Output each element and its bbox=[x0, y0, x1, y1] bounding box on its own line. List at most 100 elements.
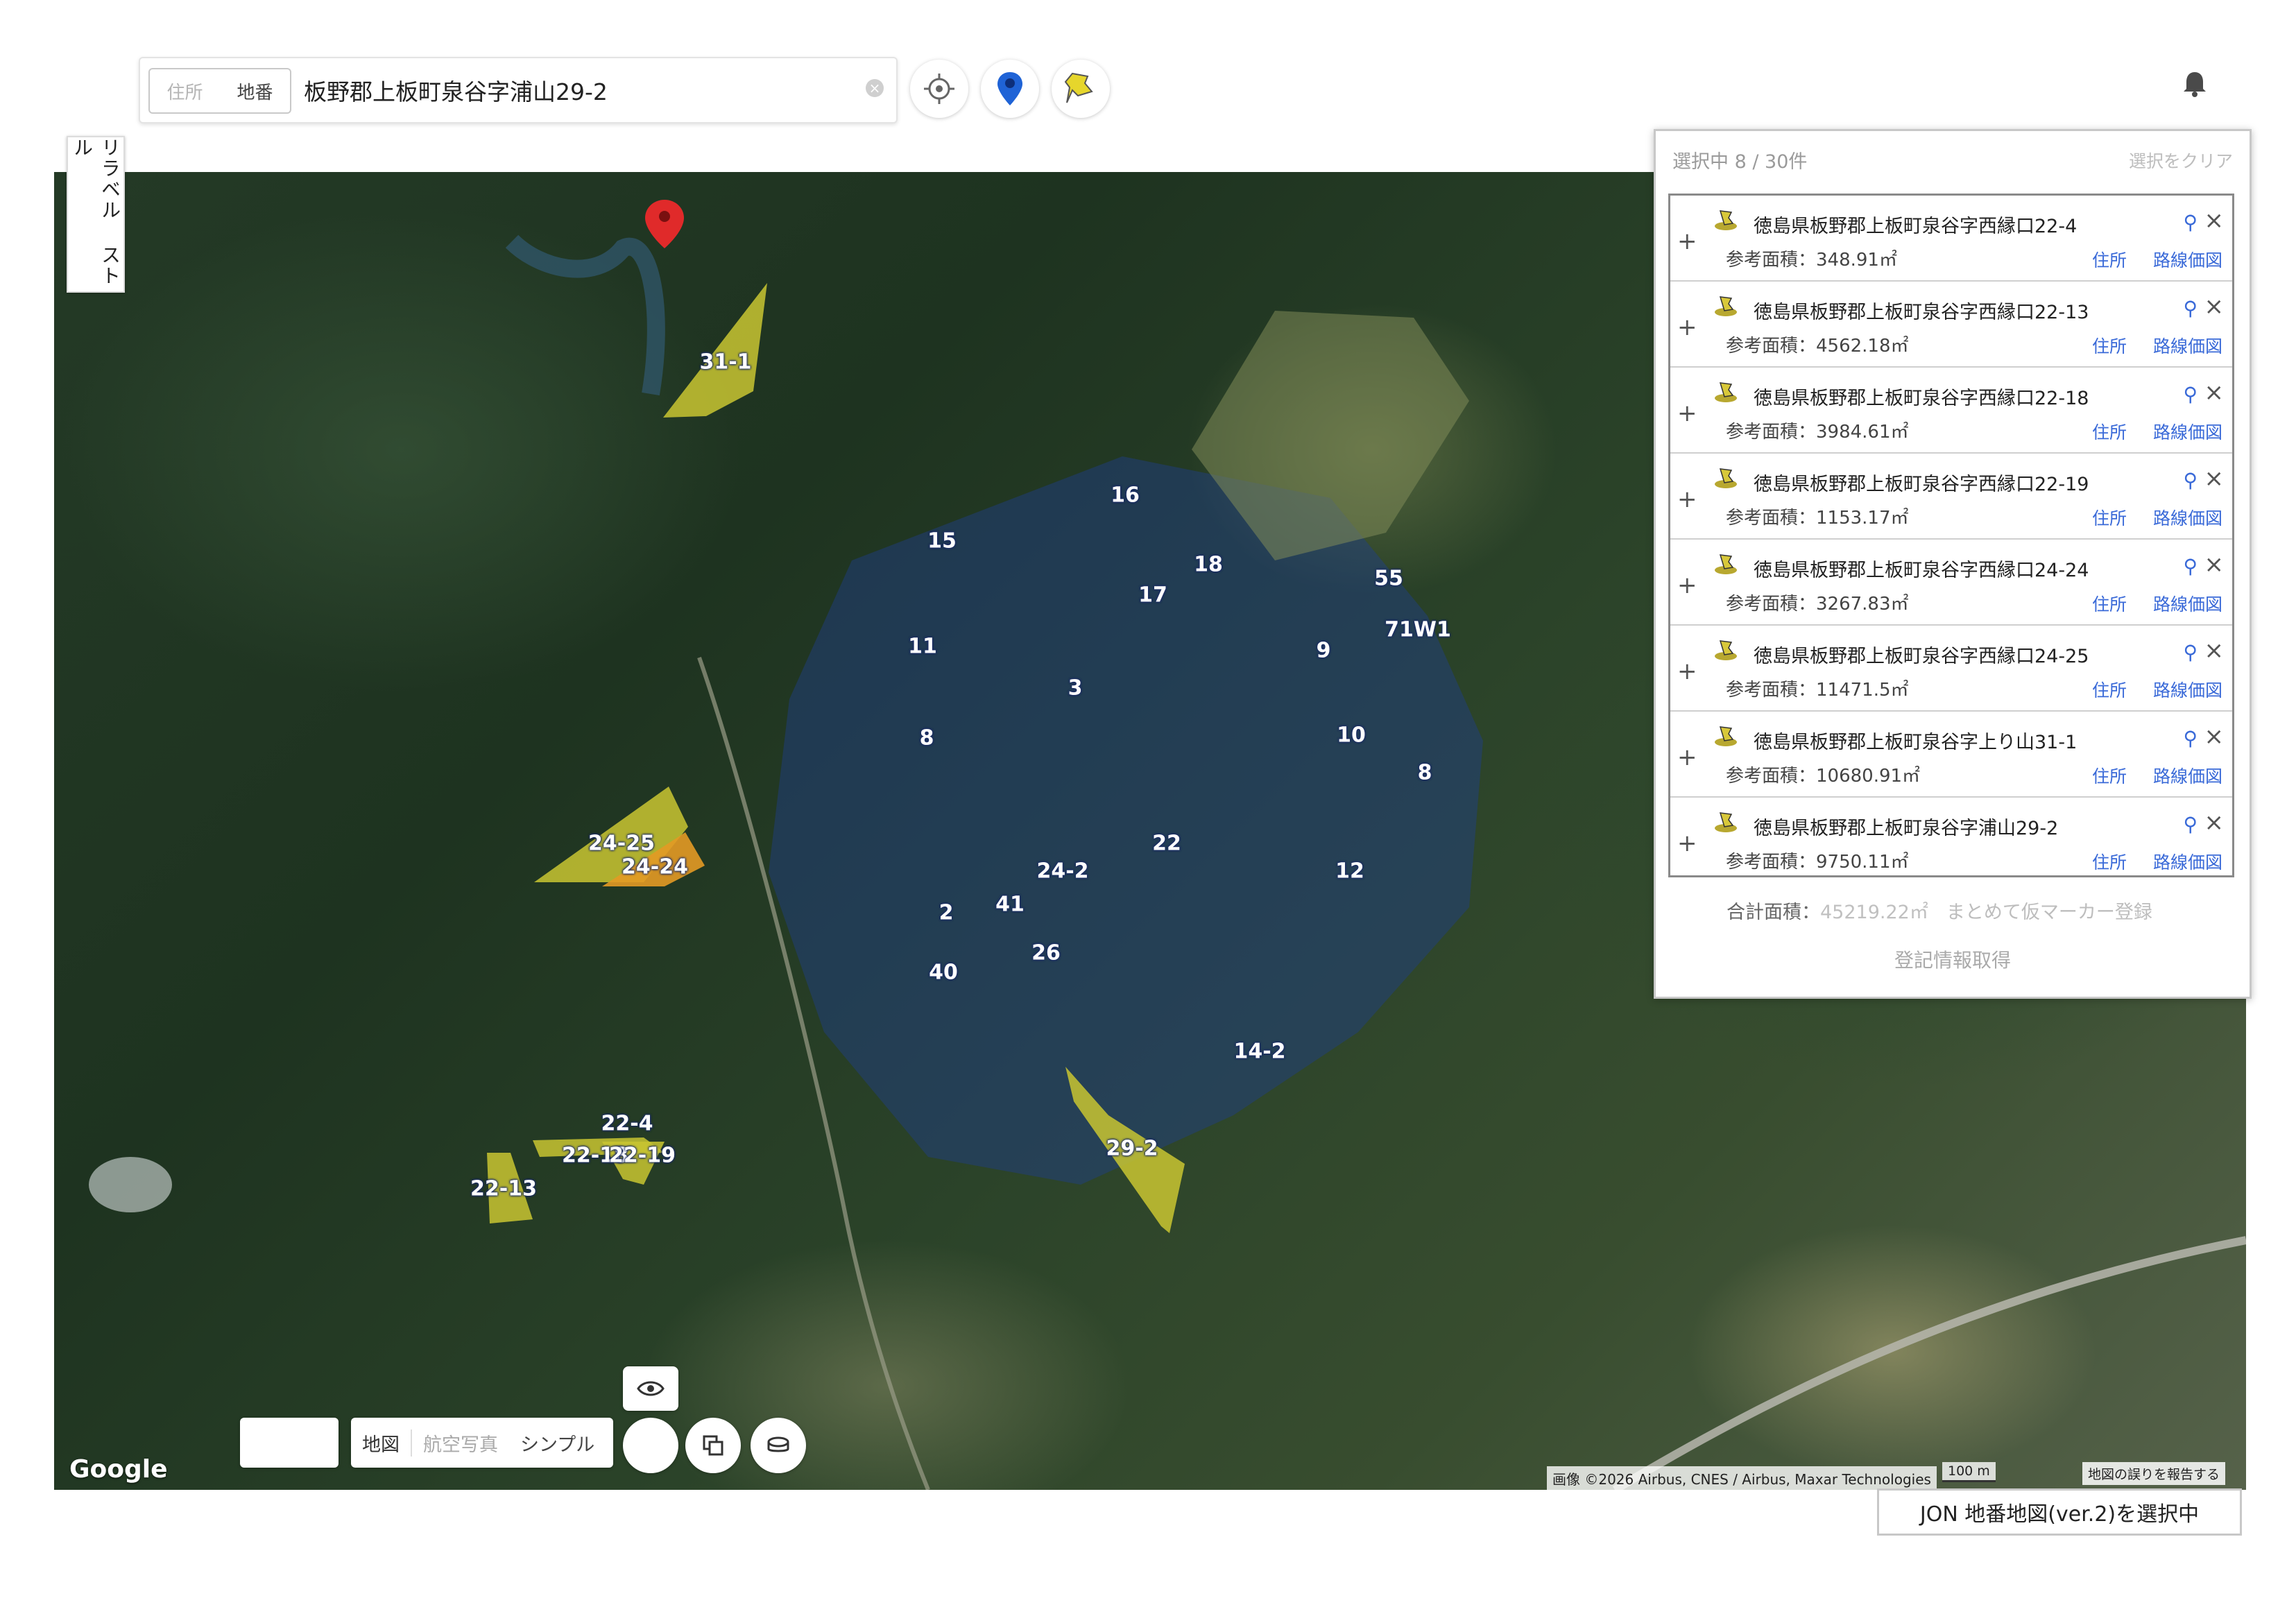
selection-panel: 選択中 8 / 30件 選択をクリア + 徳島県板野郡上板町泉谷字西縁口22-4… bbox=[1654, 129, 2252, 999]
river bbox=[505, 234, 665, 396]
visibility-toggle[interactable] bbox=[623, 1366, 678, 1411]
road-price-link[interactable]: 路線価図 bbox=[2153, 677, 2222, 702]
parcel-pin-icon bbox=[1715, 296, 1737, 316]
scale-bar: 100 m bbox=[1942, 1462, 1996, 1482]
remove-icon[interactable]: × bbox=[2204, 465, 2225, 492]
map-type-map[interactable]: 地図 bbox=[351, 1429, 412, 1457]
road-price-link[interactable]: 路線価図 bbox=[2153, 247, 2222, 272]
remove-icon[interactable]: × bbox=[2204, 637, 2225, 664]
zoom-search-icon[interactable]: ⚲ bbox=[2183, 211, 2198, 234]
expand-icon[interactable]: + bbox=[1677, 314, 1697, 341]
parcel-label: 22-19 bbox=[609, 1143, 676, 1168]
blank-control[interactable] bbox=[240, 1418, 339, 1468]
zoom-search-icon[interactable]: ⚲ bbox=[2183, 555, 2198, 578]
parcel-label: 12 bbox=[1335, 859, 1364, 884]
road-price-link[interactable]: 路線価図 bbox=[2153, 505, 2222, 530]
clear-selection-button[interactable]: 選択をクリア bbox=[2129, 148, 2233, 173]
cloud bbox=[89, 1157, 172, 1212]
road-price-link[interactable]: 路線価図 bbox=[2153, 849, 2222, 874]
location-marker[interactable] bbox=[645, 200, 684, 248]
expand-icon[interactable]: + bbox=[1677, 227, 1697, 255]
road-price-link[interactable]: 路線価図 bbox=[2153, 591, 2222, 616]
relabel-button[interactable]: リラベル ストル bbox=[67, 136, 125, 293]
road-price-link[interactable]: 路線価図 bbox=[2153, 419, 2222, 444]
pushpin-icon bbox=[1064, 72, 1093, 103]
zoom-search-icon[interactable]: ⚲ bbox=[2183, 813, 2198, 836]
total-area-value: 45219.22㎡ bbox=[1820, 902, 1928, 923]
search-bar: 住所 地番 板野郡上板町泉谷字浦山29-2 × bbox=[139, 57, 898, 123]
address-link[interactable]: 住所 bbox=[2092, 505, 2127, 530]
remove-icon[interactable]: × bbox=[2204, 293, 2225, 320]
list-item: + 徳島県板野郡上板町泉谷字西縁口22-13 ⚲ × 参考面積：4562.18㎡… bbox=[1670, 282, 2232, 368]
address-link[interactable]: 住所 bbox=[2092, 247, 2127, 272]
parcel-area: 参考面積：9750.11㎡ bbox=[1726, 852, 1909, 873]
zoom-search-icon[interactable]: ⚲ bbox=[2183, 469, 2198, 492]
remove-icon[interactable]: × bbox=[2204, 809, 2225, 836]
remove-icon[interactable]: × bbox=[2204, 551, 2225, 578]
bulk-register-button[interactable]: まとめて仮マーカー登録 bbox=[1946, 902, 2152, 923]
expand-icon[interactable]: + bbox=[1677, 744, 1697, 771]
mode-lot-option[interactable]: 地番 bbox=[220, 78, 290, 104]
parcel-label: 8 bbox=[1417, 760, 1432, 785]
list-item: + 徳島県板野郡上板町泉谷字西縁口24-25 ⚲ × 参考面積：11471.5㎡… bbox=[1670, 626, 2232, 712]
address-link[interactable]: 住所 bbox=[2092, 677, 2127, 702]
expand-icon[interactable]: + bbox=[1677, 830, 1697, 857]
parcel-address: 徳島県板野郡上板町泉谷字上り山31-1 bbox=[1754, 732, 2077, 753]
remove-icon[interactable]: × bbox=[2204, 723, 2225, 750]
expand-icon[interactable]: + bbox=[1677, 486, 1697, 513]
road-price-link[interactable]: 路線価図 bbox=[2153, 763, 2222, 788]
expand-icon[interactable]: + bbox=[1677, 400, 1697, 427]
parcel-address: 徳島県板野郡上板町泉谷字西縁口24-24 bbox=[1754, 560, 2089, 581]
parcel-label: 15 bbox=[927, 529, 957, 553]
blank-round-button[interactable] bbox=[623, 1418, 678, 1473]
parcel-area: 参考面積：3984.61㎡ bbox=[1726, 422, 1909, 443]
layers-button[interactable] bbox=[685, 1418, 741, 1473]
parcel-address: 徳島県板野郡上板町泉谷字西縁口22-4 bbox=[1754, 216, 2077, 237]
parcel-label: 26 bbox=[1031, 941, 1061, 965]
pushpin-button[interactable] bbox=[1052, 60, 1110, 118]
zoom-search-icon[interactable]: ⚲ bbox=[2183, 641, 2198, 664]
expand-icon[interactable]: + bbox=[1677, 572, 1697, 599]
list-item: + 徳島県板野郡上板町泉谷字西縁口22-18 ⚲ × 参考面積：3984.61㎡… bbox=[1670, 368, 2232, 454]
parcel-label: 31-1 bbox=[699, 350, 752, 375]
locate-button[interactable] bbox=[910, 60, 968, 118]
parcel-label: 2 bbox=[939, 900, 954, 925]
list-item: + 徳島県板野郡上板町泉谷字浦山29-2 ⚲ × 参考面積：9750.11㎡ 住… bbox=[1670, 798, 2232, 882]
total-area-row: 合計面積：45219.22㎡ まとめて仮マーカー登録 bbox=[1727, 897, 2152, 924]
zoom-search-icon[interactable]: ⚲ bbox=[2183, 383, 2198, 406]
zoom-search-icon[interactable]: ⚲ bbox=[2183, 297, 2198, 320]
map-type-simple[interactable]: シンプル bbox=[509, 1429, 606, 1457]
parcel-label: 40 bbox=[929, 960, 958, 985]
parcel-area: 参考面積：3267.83㎡ bbox=[1726, 594, 1909, 615]
address-link[interactable]: 住所 bbox=[2092, 333, 2127, 358]
address-link[interactable]: 住所 bbox=[2092, 849, 2127, 874]
clear-search-icon[interactable]: × bbox=[866, 79, 884, 97]
parcel-label: 22 bbox=[1152, 831, 1181, 856]
fetch-registry-button[interactable]: 登記情報取得 bbox=[1656, 945, 2250, 973]
map-type-aerial[interactable]: 航空写真 bbox=[412, 1429, 509, 1457]
parcel-area: 参考面積：11471.5㎡ bbox=[1726, 680, 1909, 701]
parcel-label: 3 bbox=[1068, 676, 1083, 701]
map-pin-button[interactable] bbox=[981, 60, 1039, 118]
notification-button[interactable] bbox=[2179, 68, 2210, 101]
total-area-label: 合計面積： bbox=[1727, 902, 1820, 923]
parcel-label: 71W1 bbox=[1385, 617, 1451, 642]
expand-icon[interactable]: + bbox=[1677, 658, 1697, 685]
parcel-address: 徳島県板野郡上板町泉谷字西縁口22-19 bbox=[1754, 474, 2089, 495]
stack-button[interactable] bbox=[751, 1418, 806, 1473]
mode-address-option[interactable]: 住所 bbox=[150, 78, 220, 104]
address-link[interactable]: 住所 bbox=[2092, 763, 2127, 788]
address-link[interactable]: 住所 bbox=[2092, 591, 2127, 616]
parcel-area: 参考面積：10680.91㎡ bbox=[1726, 766, 1921, 787]
parcel-pin-icon bbox=[1715, 640, 1737, 660]
zoom-search-icon[interactable]: ⚲ bbox=[2183, 727, 2198, 750]
search-mode-toggle[interactable]: 住所 地番 bbox=[148, 68, 291, 114]
search-input[interactable]: 板野郡上板町泉谷字浦山29-2 bbox=[304, 74, 608, 107]
report-error-link[interactable]: 地図の誤りを報告する bbox=[2082, 1462, 2226, 1485]
remove-icon[interactable]: × bbox=[2204, 207, 2225, 234]
road-price-link[interactable]: 路線価図 bbox=[2153, 333, 2222, 358]
parcel-label: 11 bbox=[908, 634, 937, 659]
remove-icon[interactable]: × bbox=[2204, 379, 2225, 406]
address-link[interactable]: 住所 bbox=[2092, 419, 2127, 444]
selected-region bbox=[769, 456, 1483, 1185]
